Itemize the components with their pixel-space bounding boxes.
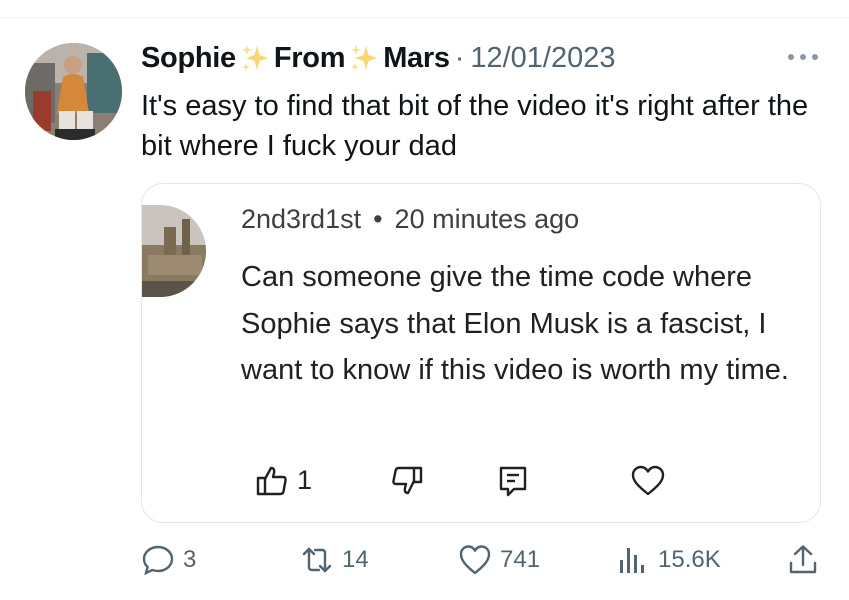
author-name-last[interactable]: Mars: [383, 42, 450, 75]
tweet-text: It's easy to find that bit of the video …: [141, 90, 809, 162]
thumbs-down-icon[interactable]: [390, 464, 424, 498]
tweet-actions: 3 14 741 15.6K: [0, 540, 849, 580]
thumbs-up-icon[interactable]: [255, 464, 289, 498]
tweet-header: Sophie From Mars · 12/01/2023: [141, 36, 616, 80]
commenter-username[interactable]: 2nd3rd1st: [241, 204, 361, 234]
heart-icon: [459, 545, 491, 575]
header-separator: ·: [454, 41, 465, 74]
reply-bubble-icon: [142, 545, 174, 576]
retweet-count: 14: [342, 546, 369, 573]
retweet-icon: [302, 547, 332, 573]
comment-separator: •: [373, 204, 383, 234]
comment-header: 2nd3rd1st • 20 minutes ago: [241, 204, 579, 235]
author-avatar[interactable]: [25, 43, 122, 140]
top-divider: [0, 17, 849, 18]
share-button[interactable]: [786, 540, 828, 580]
author-name-first[interactable]: Sophie: [141, 42, 236, 75]
like-count: 741: [500, 546, 541, 573]
comment-like-count: 1: [297, 465, 313, 495]
like-button[interactable]: 741: [458, 540, 540, 580]
author-name-middle[interactable]: From: [274, 42, 346, 75]
reply-icon[interactable]: [498, 464, 528, 498]
sparkles-emoji-icon: [349, 43, 379, 73]
comment-time: 20 minutes ago: [394, 204, 580, 234]
views-count: 15.6K: [658, 546, 721, 573]
comment-actions: 1: [142, 462, 822, 502]
reply-button[interactable]: 3: [141, 540, 196, 580]
comment-text: Can someone give the time code where Sop…: [241, 261, 789, 386]
quoted-comment-card[interactable]: 2nd3rd1st • 20 minutes ago Can someone giv…: [141, 183, 821, 523]
commenter-avatar[interactable]: [142, 205, 206, 297]
views-button[interactable]: 15.6K: [616, 540, 721, 580]
reply-count: 3: [183, 546, 197, 573]
sparkles-emoji-icon: [240, 43, 270, 73]
retweet-button[interactable]: 14: [300, 540, 369, 580]
more-horizontal-icon[interactable]: [785, 45, 821, 69]
share-icon: [789, 545, 817, 574]
heart-icon[interactable]: [630, 464, 666, 498]
views-chart-icon: [620, 548, 644, 573]
tweet-date[interactable]: 12/01/2023: [470, 42, 615, 75]
